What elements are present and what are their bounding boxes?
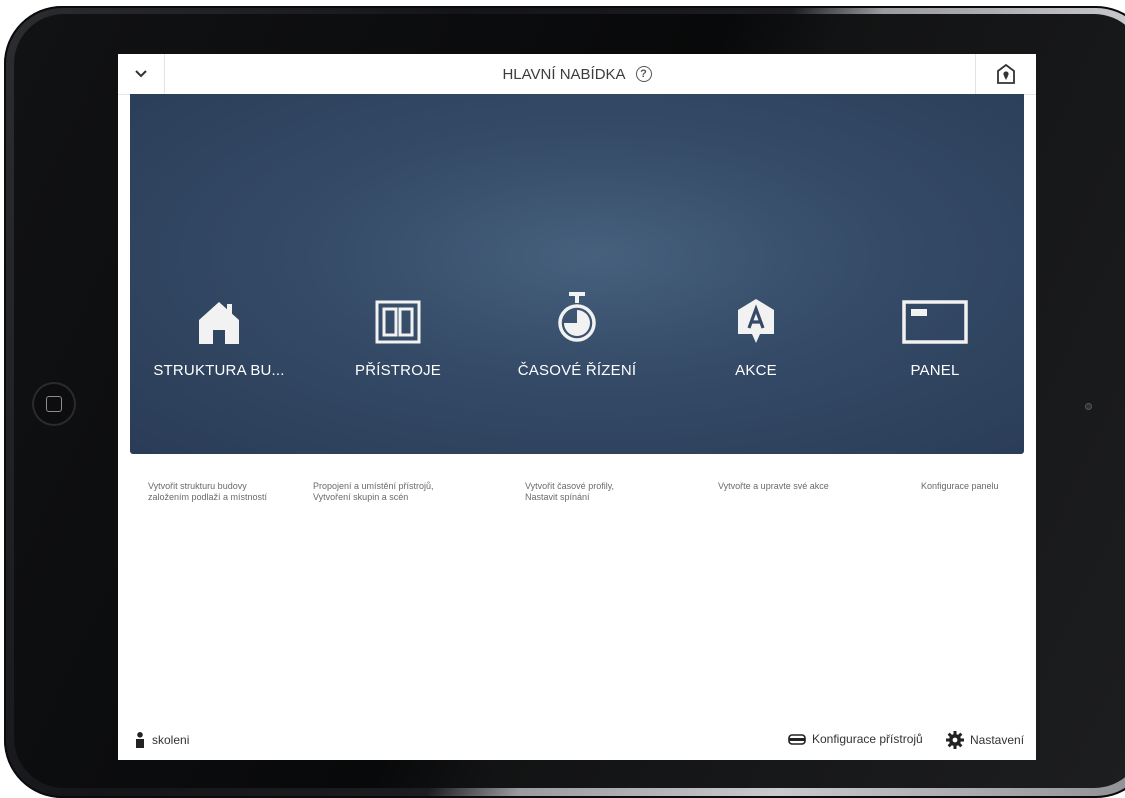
- title-container: HLAVNÍ NABÍDKA ?: [118, 54, 1036, 94]
- tile-label: PŘÍSTROJE: [355, 362, 441, 379]
- tile-panel[interactable]: PANEL: [846, 94, 1024, 454]
- tile-description: Vytvořte a upravte své akce: [718, 481, 829, 491]
- tile-label: AKCE: [735, 362, 777, 379]
- tile-actions[interactable]: AKCE: [667, 94, 845, 454]
- help-icon[interactable]: ?: [635, 66, 652, 82]
- gear-icon: [946, 731, 964, 749]
- home-location-button[interactable]: [975, 54, 1036, 94]
- tile-description: Konfigurace panelu: [921, 481, 999, 491]
- device-configuration-button[interactable]: Konfigurace přístrojů: [788, 732, 923, 746]
- app-screen: HLAVNÍ NABÍDKA ? STRUKTURA BU... PŘÍSTRO…: [118, 54, 1036, 760]
- settings-button[interactable]: Nastavení: [946, 731, 1024, 749]
- device-config-label: Konfigurace přístrojů: [812, 732, 923, 746]
- settings-label: Nastavení: [970, 733, 1025, 747]
- top-bar: HLAVNÍ NABÍDKA ?: [118, 54, 1036, 95]
- action-a-icon: [716, 294, 796, 344]
- tile-label: PANEL: [910, 362, 960, 379]
- tile-description: Vytvořit časové profily, Nastavit spínán…: [525, 481, 615, 502]
- main-menu-panel: STRUKTURA BU... PŘÍSTROJE ČASOVÉ ŘÍZENÍ …: [130, 94, 1024, 454]
- front-camera: [1085, 403, 1092, 410]
- tile-label: STRUKTURA BU...: [153, 362, 285, 379]
- house-icon: [179, 294, 259, 344]
- device-config-icon: [788, 733, 806, 745]
- home-button[interactable]: [32, 382, 76, 426]
- tile-description: Vytvořit strukturu budovy založením podl…: [148, 481, 268, 502]
- house-pin-icon: [997, 64, 1015, 84]
- user-account[interactable]: skoleni: [136, 732, 189, 748]
- device-panel-icon: [358, 294, 438, 344]
- bottom-bar: skoleni Konfigurace přístrojů Nastavení: [118, 720, 1036, 760]
- tile-devices[interactable]: PŘÍSTROJE: [309, 94, 487, 454]
- tile-label: ČASOVÉ ŘÍZENÍ: [517, 362, 637, 379]
- tile-time-control[interactable]: ČASOVÉ ŘÍZENÍ: [488, 94, 666, 454]
- tile-description: Propojení a umístění přístrojů, Vytvořen…: [313, 481, 434, 502]
- tile-building-structure[interactable]: STRUKTURA BU...: [130, 94, 308, 454]
- page-title: HLAVNÍ NABÍDKA: [502, 65, 626, 83]
- user-icon: [136, 732, 144, 748]
- stopwatch-icon: [537, 292, 617, 344]
- panel-icon: [895, 294, 975, 344]
- user-name: skoleni: [152, 733, 190, 747]
- menu-toggle-button[interactable]: [118, 54, 165, 94]
- chevron-down-icon: [135, 70, 147, 78]
